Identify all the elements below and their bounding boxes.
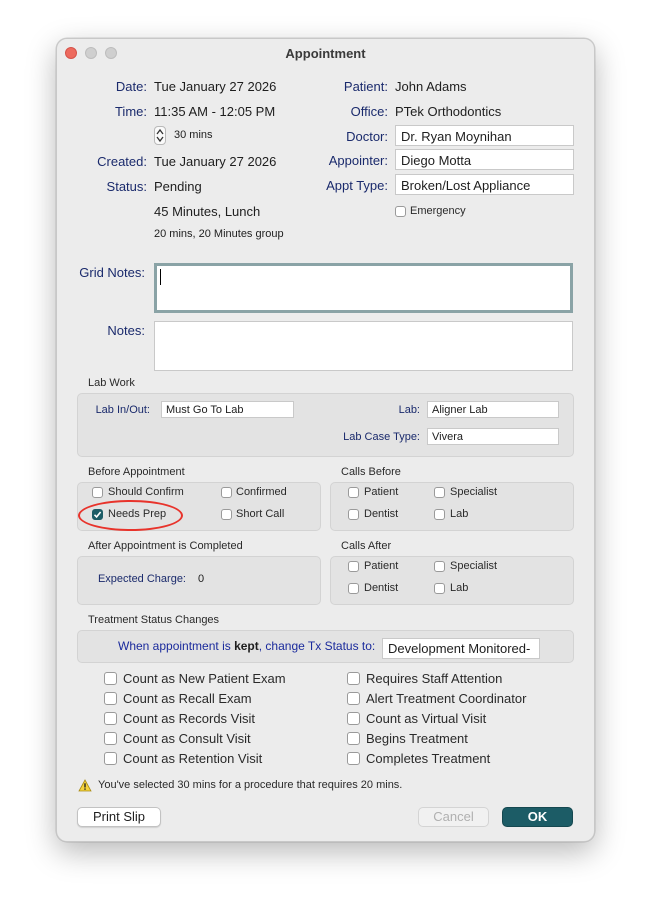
alert-treatment-coordinator-checkbox[interactable]	[347, 692, 360, 705]
calls-before-specialist-label: Specialist	[450, 486, 498, 498]
date-label: Date:	[115, 79, 147, 94]
begins-treatment-label: Begins Treatment	[366, 731, 468, 746]
patient-label: Patient:	[343, 79, 388, 94]
calls-after-specialist-label: Specialist	[450, 560, 498, 572]
count-consult-visit-label: Count as Consult Visit	[123, 731, 251, 746]
appointer-label: Appointer:	[328, 153, 388, 168]
appt-type-label: Appt Type:	[326, 178, 388, 193]
stepper-icon	[156, 128, 164, 143]
ok-button[interactable]: OK	[502, 807, 573, 827]
expected-charge-value: 0	[198, 573, 205, 585]
cancel-button[interactable]: Cancel	[418, 807, 489, 827]
lab-field[interactable]: Aligner Lab	[427, 401, 559, 418]
count-records-visit-checkbox[interactable]	[104, 712, 117, 725]
emergency-checkbox[interactable]	[395, 206, 406, 217]
calls-after-heading: Calls After	[341, 540, 392, 552]
notes-label: Notes:	[107, 323, 145, 338]
calls-after-dentist-checkbox[interactable]	[348, 583, 359, 594]
grid-notes-input[interactable]	[154, 263, 573, 313]
requires-staff-attention-checkbox[interactable]	[347, 672, 360, 685]
count-records-visit-label: Count as Records Visit	[123, 711, 255, 726]
lab-case-type-field[interactable]: Vivera	[427, 428, 559, 445]
confirmed-label: Confirmed	[236, 486, 287, 498]
calls-before-dentist-checkbox[interactable]	[348, 509, 359, 520]
lab-in-out-field[interactable]: Must Go To Lab	[161, 401, 294, 418]
before-appointment-heading: Before Appointment	[88, 466, 185, 478]
text-cursor	[160, 269, 161, 285]
should-confirm-label: Should Confirm	[108, 486, 184, 498]
treatment-status-heading: Treatment Status Changes	[88, 614, 220, 626]
duration-warning-text: You've selected 30 mins for a procedure …	[98, 779, 403, 791]
alert-treatment-coordinator-label: Alert Treatment Coordinator	[366, 691, 527, 706]
kept-status-label: When appointment is kept, change Tx Stat…	[118, 639, 375, 653]
short-call-label: Short Call	[236, 508, 285, 520]
appointer-field[interactable]: Diego Motta	[395, 149, 574, 170]
kept-status-text-bold: kept	[234, 639, 259, 653]
short-call-checkbox[interactable]	[221, 509, 232, 520]
count-retention-visit-label: Count as Retention Visit	[123, 751, 263, 766]
print-slip-button[interactable]: Print Slip	[77, 807, 161, 827]
count-new-patient-exam-checkbox[interactable]	[104, 672, 117, 685]
calls-after-dentist-label: Dentist	[364, 582, 399, 594]
office-value: PTek Orthodontics	[395, 104, 502, 119]
title-bar: Appointment	[57, 39, 594, 66]
tx-status-select[interactable]: Development Monitored-	[382, 638, 540, 659]
doctor-field[interactable]: Dr. Ryan Moynihan	[395, 125, 574, 146]
lab-work-heading: Lab Work	[88, 377, 135, 389]
duration-stepper[interactable]	[154, 126, 166, 145]
calls-before-dentist-label: Dentist	[364, 508, 399, 520]
calls-after-patient-checkbox[interactable]	[348, 561, 359, 572]
calls-after-patient-label: Patient	[364, 560, 399, 572]
confirmed-checkbox[interactable]	[221, 487, 232, 498]
status-label: Status:	[106, 179, 147, 194]
duration-value: 30 mins	[174, 129, 213, 141]
count-recall-exam-checkbox[interactable]	[104, 692, 117, 705]
time-label: Time:	[114, 104, 147, 119]
completes-treatment-checkbox[interactable]	[347, 752, 360, 765]
kept-status-text-post: , change Tx Status to:	[258, 639, 376, 653]
procedure-value: 45 Minutes, Lunch	[154, 204, 261, 219]
grid-notes-label: Grid Notes:	[79, 265, 145, 280]
calls-before-patient-checkbox[interactable]	[348, 487, 359, 498]
lab-case-type-label: Lab Case Type:	[343, 431, 420, 443]
calls-before-lab-checkbox[interactable]	[434, 509, 445, 520]
appointment-window: Appointment Date: Tue January 27 2026 Ti…	[56, 38, 595, 842]
calls-after-lab-label: Lab	[450, 582, 469, 594]
completes-treatment-label: Completes Treatment	[366, 751, 491, 766]
after-appointment-heading: After Appointment is Completed	[88, 540, 243, 552]
warning-icon	[78, 779, 92, 792]
status-value: Pending	[154, 179, 202, 194]
needs-prep-highlight	[78, 500, 183, 531]
count-virtual-visit-checkbox[interactable]	[347, 712, 360, 725]
count-recall-exam-label: Count as Recall Exam	[123, 691, 252, 706]
count-virtual-visit-label: Count as Virtual Visit	[366, 711, 487, 726]
office-label: Office:	[350, 104, 388, 119]
notes-input[interactable]	[154, 321, 573, 371]
count-retention-visit-checkbox[interactable]	[104, 752, 117, 765]
patient-value: John Adams	[395, 79, 467, 94]
count-consult-visit-checkbox[interactable]	[104, 732, 117, 745]
calls-after-specialist-checkbox[interactable]	[434, 561, 445, 572]
window-title: Appointment	[285, 46, 366, 61]
lab-label: Lab:	[398, 404, 420, 416]
begins-treatment-checkbox[interactable]	[347, 732, 360, 745]
appt-type-field[interactable]: Broken/Lost Appliance	[395, 174, 574, 195]
calls-before-specialist-checkbox[interactable]	[434, 487, 445, 498]
calls-before-patient-label: Patient	[364, 486, 399, 498]
requires-staff-attention-label: Requires Staff Attention	[366, 671, 503, 686]
calls-before-heading: Calls Before	[341, 466, 401, 478]
expected-charge-label: Expected Charge:	[97, 573, 186, 585]
procedure-detail: 20 mins, 20 Minutes group	[154, 228, 284, 240]
calls-after-lab-checkbox[interactable]	[434, 583, 445, 594]
should-confirm-checkbox[interactable]	[92, 487, 103, 498]
emergency-label: Emergency	[410, 205, 466, 217]
kept-status-text-pre: When appointment is	[118, 639, 235, 653]
count-new-patient-exam-label: Count as New Patient Exam	[123, 671, 286, 686]
calls-before-lab-label: Lab	[450, 508, 469, 520]
created-label: Created:	[97, 154, 147, 169]
doctor-label: Doctor:	[346, 129, 388, 144]
lab-in-out-label: Lab In/Out:	[95, 404, 150, 416]
